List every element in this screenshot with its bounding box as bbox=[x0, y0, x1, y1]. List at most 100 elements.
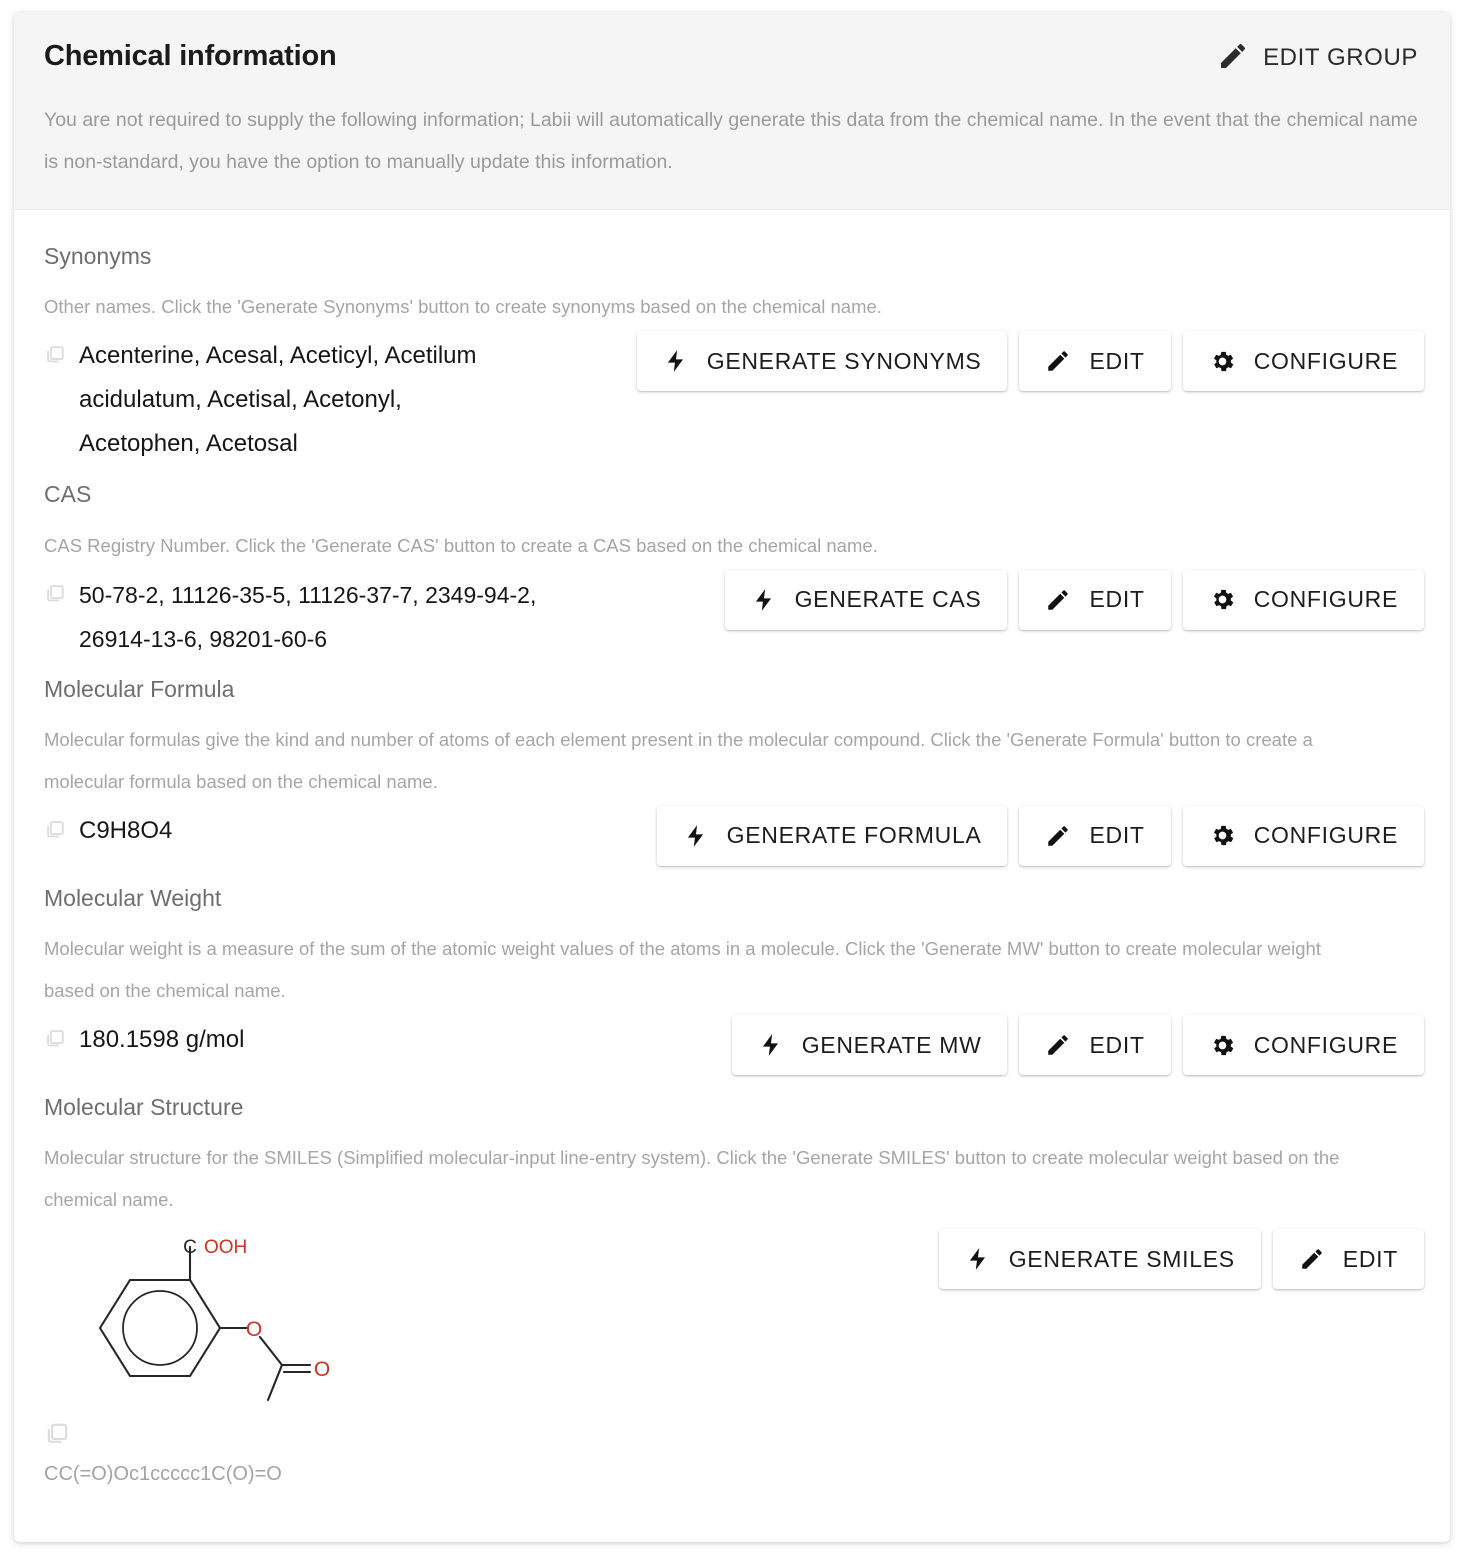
generate-formula-button[interactable]: GENERATE FORMULA bbox=[656, 805, 1008, 866]
weight-description: Molecular weight is a measure of the sum… bbox=[44, 938, 1321, 1002]
pencil-icon bbox=[1299, 1246, 1325, 1272]
copy-icon[interactable] bbox=[44, 1027, 66, 1049]
page-title: Chemical information bbox=[44, 40, 337, 72]
generate-formula-label: GENERATE FORMULA bbox=[726, 822, 982, 849]
generate-mw-label: GENERATE MW bbox=[801, 1031, 982, 1058]
structure-row: C OOH O O CC(=O)Oc1ccccc1C(O)=O GENERATE… bbox=[44, 1227, 1424, 1486]
lightning-bolt-icon bbox=[683, 823, 709, 849]
header-row: Chemical information EDIT GROUP bbox=[44, 42, 1420, 77]
configure-mw-label: CONFIGURE bbox=[1253, 1031, 1398, 1058]
cas-label: CAS bbox=[44, 481, 92, 508]
chemical-information-card: Chemical information EDIT GROUP You are … bbox=[14, 12, 1450, 1542]
page-root: Chemical information EDIT GROUP You are … bbox=[0, 0, 1464, 1556]
configure-cas-button[interactable]: CONFIGURE bbox=[1182, 569, 1424, 630]
structure-drawing-wrap: C OOH O O CC(=O)Oc1ccccc1C(O)=O bbox=[44, 1227, 344, 1486]
edit-group-button[interactable]: EDIT GROUP bbox=[1209, 38, 1420, 77]
generate-mw-button[interactable]: GENERATE MW bbox=[731, 1015, 1008, 1076]
synonyms-value-wrap: Acenterine, Acesal, Aceticyl, Acetilum a… bbox=[44, 331, 514, 466]
field-molecular-weight: Molecular Weight Molecular weight is a m… bbox=[44, 884, 1424, 1076]
configure-synonyms-label: CONFIGURE bbox=[1253, 347, 1398, 374]
edit-cas-label: EDIT bbox=[1089, 586, 1145, 613]
field-molecular-structure: Molecular Structure Molecular structure … bbox=[44, 1094, 1424, 1486]
field-synonyms: Synonyms Other names. Click the 'Generat… bbox=[44, 243, 1424, 466]
structure-label: Molecular Structure bbox=[44, 1094, 244, 1121]
pencil-icon bbox=[1045, 823, 1071, 849]
generate-smiles-button[interactable]: GENERATE SMILES bbox=[938, 1229, 1261, 1290]
carboxyl-carbon-label: C bbox=[183, 1237, 197, 1258]
generate-synonyms-button[interactable]: GENERATE SYNONYMS bbox=[636, 331, 1008, 392]
configure-formula-button[interactable]: CONFIGURE bbox=[1182, 805, 1424, 866]
structure-actions: GENERATE SMILES EDIT bbox=[938, 1227, 1424, 1290]
edit-synonyms-button[interactable]: EDIT bbox=[1019, 331, 1171, 392]
header-description: You are not required to supply the follo… bbox=[44, 109, 1418, 173]
field-cas: CAS CAS Registry Number. Click the 'Gene… bbox=[44, 481, 1424, 661]
synonyms-value: Acenterine, Acesal, Aceticyl, Acetilum a… bbox=[79, 342, 477, 458]
weight-label: Molecular Weight bbox=[44, 884, 222, 911]
cas-value: 50-78-2, 11126-35-5, 11126-37-7, 2349-94… bbox=[79, 581, 537, 652]
ester-oxygen-label: O bbox=[246, 1318, 262, 1341]
copy-icon[interactable] bbox=[44, 1420, 70, 1446]
pencil-icon bbox=[1045, 587, 1071, 613]
formula-label: Molecular Formula bbox=[44, 675, 235, 702]
weight-row: 180.1598 g/mol GENERATE MW EDIT CONFIGUR… bbox=[44, 1015, 1424, 1076]
lightning-bolt-icon bbox=[751, 587, 777, 613]
gear-icon bbox=[1209, 348, 1236, 375]
synonyms-label: Synonyms bbox=[44, 243, 152, 269]
edit-group-label: EDIT GROUP bbox=[1263, 43, 1418, 71]
configure-mw-button[interactable]: CONFIGURE bbox=[1182, 1015, 1424, 1076]
field-molecular-formula: Molecular Formula Molecular formulas giv… bbox=[44, 675, 1424, 866]
molecular-structure-image: C OOH O O bbox=[98, 1237, 330, 1402]
gear-icon bbox=[1209, 1032, 1236, 1059]
edit-formula-button[interactable]: EDIT bbox=[1019, 805, 1171, 866]
generate-synonyms-label: GENERATE SYNONYMS bbox=[706, 347, 982, 374]
weight-value: 180.1598 g/mol bbox=[79, 1026, 245, 1054]
copy-icon[interactable] bbox=[44, 343, 66, 365]
configure-synonyms-button[interactable]: CONFIGURE bbox=[1182, 331, 1424, 392]
formula-row: C9H8O4 GENERATE FORMULA EDIT CONFIGURE bbox=[44, 805, 1424, 866]
formula-value: C9H8O4 bbox=[79, 816, 173, 844]
carbonyl-oxygen-label: O bbox=[314, 1358, 330, 1381]
gear-icon bbox=[1209, 822, 1236, 849]
generate-cas-button[interactable]: GENERATE CAS bbox=[724, 569, 1008, 630]
edit-mw-button[interactable]: EDIT bbox=[1019, 1015, 1171, 1076]
configure-formula-label: CONFIGURE bbox=[1253, 822, 1398, 849]
edit-smiles-label: EDIT bbox=[1342, 1245, 1398, 1272]
generate-smiles-label: GENERATE SMILES bbox=[1008, 1245, 1235, 1272]
formula-actions: GENERATE FORMULA EDIT CONFIGURE bbox=[656, 805, 1424, 866]
synonyms-description: Other names. Click the 'Generate Synonym… bbox=[44, 296, 882, 318]
cas-value-wrap: 50-78-2, 11126-35-5, 11126-37-7, 2349-94… bbox=[44, 570, 614, 661]
generate-cas-label: GENERATE CAS bbox=[794, 586, 982, 613]
cas-description: CAS Registry Number. Click the 'Generate… bbox=[44, 534, 878, 556]
edit-mw-label: EDIT bbox=[1089, 1031, 1145, 1058]
edit-synonyms-label: EDIT bbox=[1089, 347, 1145, 374]
lightning-bolt-icon bbox=[758, 1032, 784, 1058]
lightning-bolt-icon bbox=[965, 1246, 991, 1272]
card-body: Synonyms Other names. Click the 'Generat… bbox=[14, 210, 1450, 1516]
edit-cas-button[interactable]: EDIT bbox=[1019, 569, 1171, 630]
pencil-icon bbox=[1045, 1032, 1071, 1058]
formula-value-wrap: C9H8O4 bbox=[44, 806, 645, 853]
copy-icon[interactable] bbox=[44, 582, 66, 604]
carboxyl-ooh-label: OOH bbox=[204, 1237, 247, 1258]
smiles-value: CC(=O)Oc1ccccc1C(O)=O bbox=[44, 1463, 282, 1486]
lightning-bolt-icon bbox=[663, 348, 689, 374]
card-header: Chemical information EDIT GROUP You are … bbox=[14, 12, 1450, 210]
cas-actions: GENERATE CAS EDIT CONFIGURE bbox=[724, 569, 1424, 630]
weight-actions: GENERATE MW EDIT CONFIGURE bbox=[731, 1015, 1424, 1076]
synonyms-actions: GENERATE SYNONYMS EDIT CONFIGURE bbox=[636, 331, 1424, 392]
gear-icon bbox=[1209, 586, 1236, 613]
configure-cas-label: CONFIGURE bbox=[1253, 586, 1398, 613]
edit-smiles-button[interactable]: EDIT bbox=[1272, 1229, 1424, 1290]
copy-icon[interactable] bbox=[44, 818, 66, 840]
weight-value-wrap: 180.1598 g/mol bbox=[44, 1015, 720, 1062]
synonyms-row: Acenterine, Acesal, Aceticyl, Acetilum a… bbox=[44, 331, 1424, 466]
formula-description: Molecular formulas give the kind and num… bbox=[44, 728, 1313, 792]
pencil-icon bbox=[1217, 40, 1249, 75]
structure-description: Molecular structure for the SMILES (Simp… bbox=[44, 1147, 1340, 1211]
edit-formula-label: EDIT bbox=[1089, 822, 1145, 849]
pencil-icon bbox=[1045, 348, 1071, 374]
